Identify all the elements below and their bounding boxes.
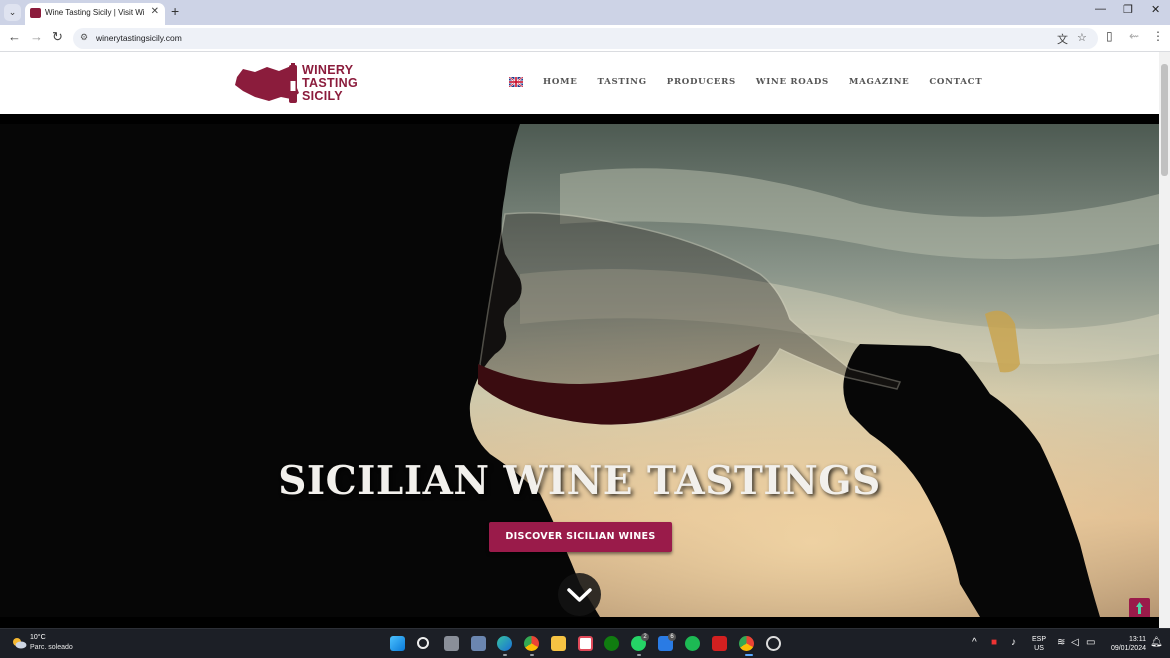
task-view-icon[interactable] bbox=[444, 636, 459, 651]
logo-text: WINERY TASTING SICILY bbox=[302, 64, 362, 103]
browser-tab[interactable]: Wine Tasting Sicily | Visit Wineries ✕ bbox=[25, 3, 165, 25]
clock-time: 13:11 bbox=[1129, 636, 1146, 643]
spotify-icon[interactable] bbox=[685, 636, 700, 651]
hero-title: SICILIAN WINE TASTINGS bbox=[278, 458, 881, 504]
edge-icon[interactable] bbox=[497, 636, 512, 651]
whatsapp-badge: 2 bbox=[641, 633, 649, 641]
close-tab-icon[interactable]: ✕ bbox=[151, 6, 159, 17]
maximize-icon[interactable]: ❐ bbox=[1123, 3, 1133, 16]
keyboard-layout: US bbox=[1034, 645, 1044, 652]
file-icon[interactable] bbox=[471, 636, 486, 651]
battery-icon[interactable]: ▭ bbox=[1086, 637, 1095, 648]
running-indicator bbox=[530, 654, 534, 656]
clock[interactable]: 13:11 09/01/2024 bbox=[1106, 635, 1146, 653]
chrome-icon[interactable] bbox=[524, 636, 539, 651]
browser-tab-strip: ⌄ Wine Tasting Sicily | Visit Wineries ✕… bbox=[0, 0, 1170, 25]
minimize-icon[interactable]: — bbox=[1095, 3, 1106, 15]
weather-desc[interactable]: Parc. soleado bbox=[30, 644, 73, 651]
close-window-icon[interactable]: ✕ bbox=[1151, 3, 1160, 16]
back-icon[interactable]: ← bbox=[8, 29, 21, 44]
settings-icon[interactable] bbox=[766, 636, 781, 651]
sicily-logo-icon bbox=[235, 63, 299, 103]
scroll-down-button[interactable] bbox=[558, 573, 601, 616]
store-badge: 6 bbox=[668, 633, 676, 641]
tab-title: Wine Tasting Sicily | Visit Wineries bbox=[45, 8, 145, 17]
start-icon[interactable] bbox=[390, 636, 405, 651]
running-indicator bbox=[637, 654, 641, 656]
discover-wines-button[interactable]: DISCOVER SICILIAN WINES bbox=[489, 522, 672, 552]
new-tab-button[interactable]: + bbox=[171, 3, 179, 19]
nav-tasting[interactable]: TASTING bbox=[597, 77, 646, 87]
xbox-icon[interactable] bbox=[604, 636, 619, 651]
main-nav: HOME TASTING PRODUCERS WINE ROADS MAGAZI… bbox=[509, 77, 1002, 87]
menu-icon[interactable]: ⋮ bbox=[1152, 29, 1164, 43]
back-to-top-button[interactable] bbox=[1129, 598, 1150, 617]
address-bar[interactable]: ⚙ winerytastingsicily.com 文 ☆ bbox=[73, 28, 1098, 49]
acrobat-icon[interactable] bbox=[712, 636, 727, 651]
tab-search-icon[interactable]: ⌄ bbox=[4, 4, 21, 21]
nav-wine-roads[interactable]: WINE ROADS bbox=[756, 77, 829, 87]
extension-icon[interactable]: ⇜ bbox=[1129, 29, 1139, 43]
logo-line-3: SICILY bbox=[302, 89, 343, 103]
wifi-icon[interactable]: ≋ bbox=[1057, 637, 1065, 648]
nav-producers[interactable]: PRODUCERS bbox=[667, 77, 736, 87]
chevron-down-icon bbox=[567, 588, 592, 602]
active-indicator bbox=[745, 654, 753, 656]
uk-flag-icon[interactable] bbox=[509, 77, 523, 87]
site-header: WINERY TASTING SICILY HOME TASTING PRODU… bbox=[0, 52, 1159, 114]
hero-section: SICILIAN WINE TASTINGS DISCOVER SICILIAN… bbox=[0, 114, 1159, 617]
translate-icon[interactable]: 文 bbox=[1057, 31, 1068, 47]
nav-magazine[interactable]: MAGAZINE bbox=[849, 77, 910, 87]
url-text[interactable]: winerytastingsicily.com bbox=[96, 33, 182, 43]
search-icon[interactable] bbox=[417, 637, 429, 649]
scrollbar-thumb[interactable] bbox=[1161, 64, 1168, 176]
volume-icon[interactable]: ◁ bbox=[1071, 637, 1079, 648]
chrome-active-icon[interactable] bbox=[739, 636, 754, 651]
page-scrollbar[interactable] bbox=[1159, 52, 1170, 628]
weather-partly-sunny-icon[interactable] bbox=[11, 636, 27, 650]
site-info-icon[interactable]: ⚙ bbox=[80, 32, 92, 44]
windows-taskbar: 10°C Parc. soleado 2 6 ^ ■ ♪ ESP US ≋ ◁ … bbox=[0, 628, 1170, 658]
browser-toolbar: ← → ↻ ⚙ winerytastingsicily.com 文 ☆ ▯ ⇜ … bbox=[0, 25, 1170, 52]
forward-icon[interactable]: → bbox=[30, 29, 43, 44]
language-indicator[interactable]: ESP US bbox=[1032, 635, 1046, 653]
nav-home[interactable]: HOME bbox=[543, 77, 577, 87]
running-indicator bbox=[503, 654, 507, 656]
side-panel-icon[interactable]: ▯ bbox=[1106, 29, 1113, 43]
weather-temp[interactable]: 10°C bbox=[30, 634, 46, 641]
microphone-icon[interactable]: ♪ bbox=[1011, 637, 1016, 648]
nav-contact[interactable]: CONTACT bbox=[929, 77, 982, 87]
language-code: ESP bbox=[1032, 636, 1047, 643]
tray-app-icon[interactable]: ■ bbox=[991, 637, 997, 648]
site-logo[interactable]: WINERY TASTING SICILY bbox=[235, 63, 358, 107]
notification-bell-icon[interactable]: 🔔︎ bbox=[1150, 637, 1163, 648]
clock-date: 09/01/2024 bbox=[1110, 645, 1146, 652]
explorer-icon[interactable] bbox=[551, 636, 566, 651]
arrow-up-icon bbox=[1136, 602, 1143, 614]
favicon-icon bbox=[30, 8, 41, 18]
app-icon[interactable] bbox=[578, 636, 593, 651]
reload-icon[interactable]: ↻ bbox=[52, 29, 63, 45]
chevron-up-icon[interactable]: ^ bbox=[972, 637, 977, 648]
bookmark-star-icon[interactable]: ☆ bbox=[1077, 31, 1087, 44]
